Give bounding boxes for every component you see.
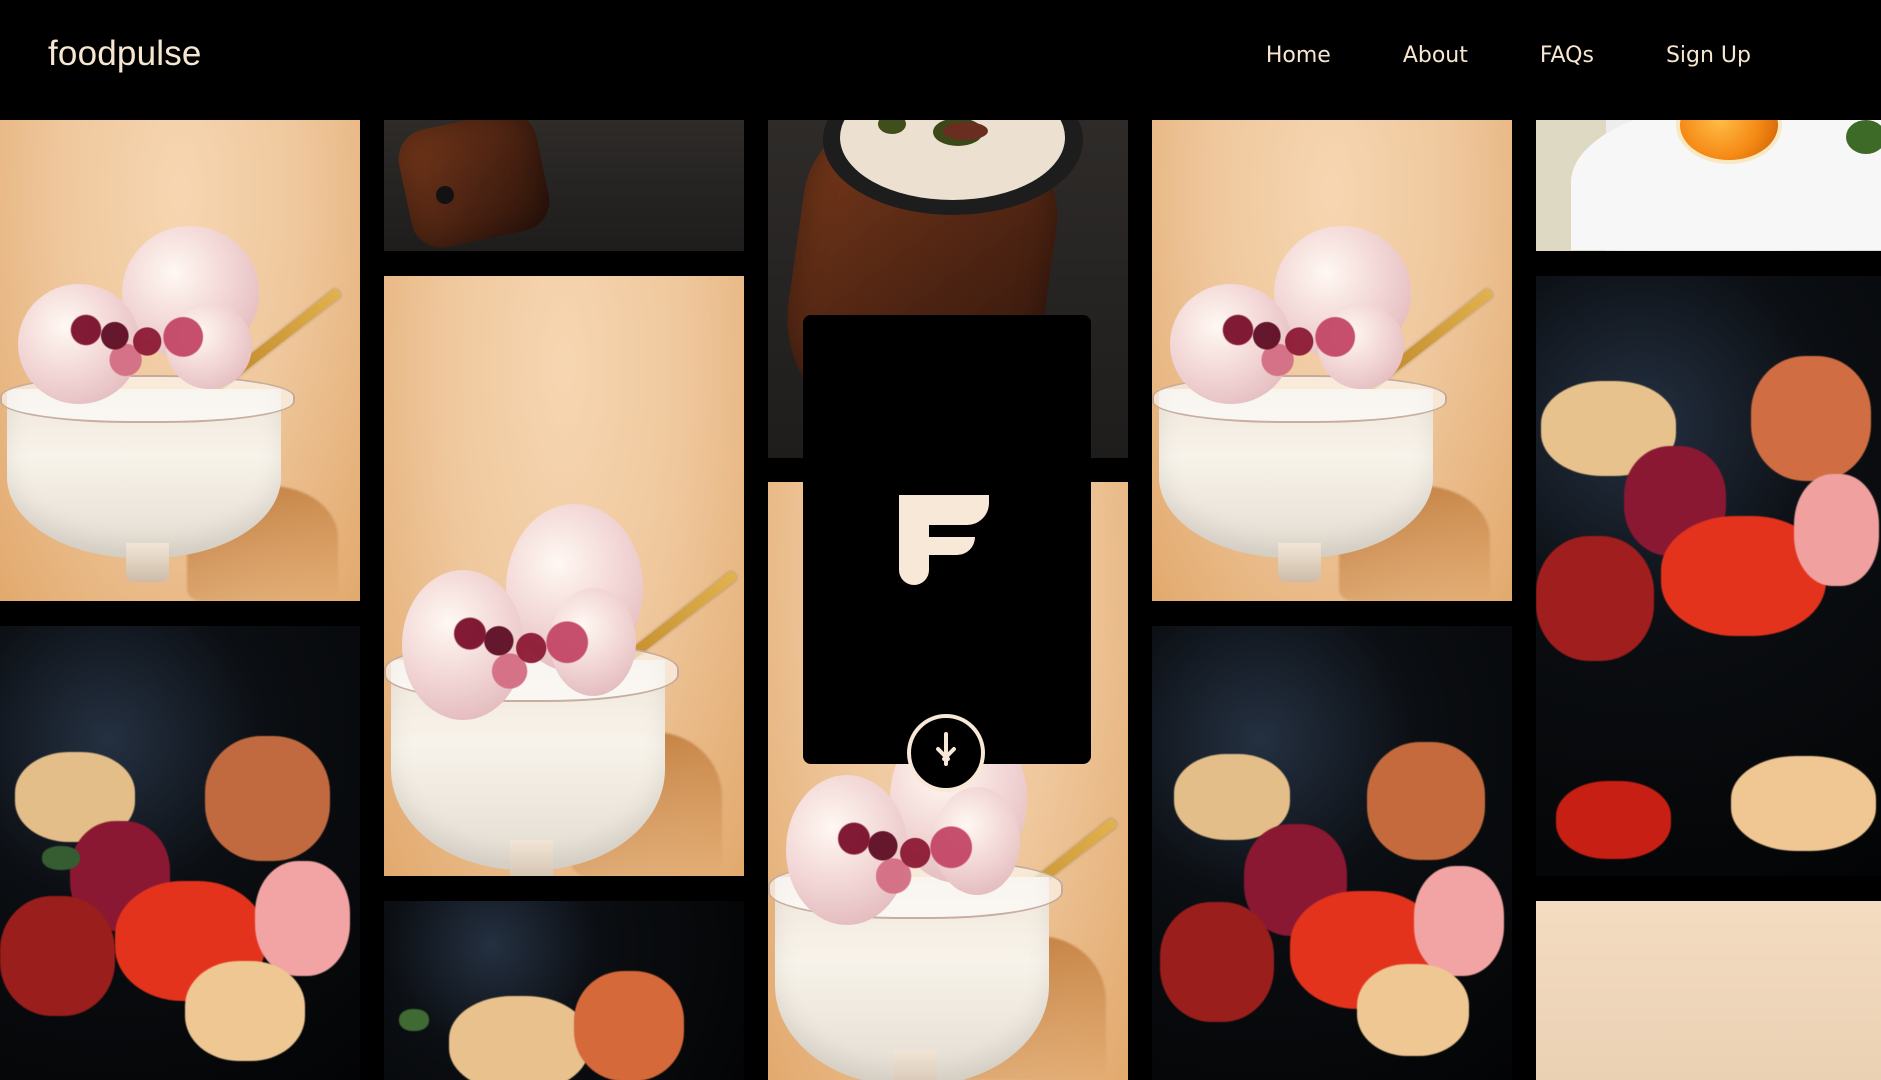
- pasta-tile: [1536, 276, 1881, 876]
- ice-cream-tile: [0, 120, 360, 601]
- main-navigation: Home About FAQs Sign Up: [1266, 45, 1751, 67]
- ice-cream-tile: [1152, 120, 1512, 601]
- brand-logo-text[interactable]: foodpulse: [48, 34, 202, 74]
- plate-orange-tile: [1536, 120, 1881, 251]
- foodpulse-logo-icon: [899, 495, 989, 585]
- peach-background-tile: [1536, 901, 1881, 1080]
- intro-modal-card: [803, 315, 1091, 792]
- nav-home-link[interactable]: Home: [1266, 45, 1331, 67]
- pasta-tile: [384, 901, 744, 1080]
- nav-signup-link[interactable]: Sign Up: [1666, 45, 1751, 67]
- pasta-tile: [1152, 626, 1512, 1080]
- scroll-down-button[interactable]: [907, 714, 985, 792]
- pasta-tile: [0, 626, 360, 1080]
- nav-faqs-link[interactable]: FAQs: [1540, 45, 1594, 67]
- arrow-down-icon: [935, 732, 957, 770]
- ice-cream-tile: [384, 276, 744, 876]
- wooden-board-tile: [384, 120, 744, 251]
- nav-about-link[interactable]: About: [1403, 45, 1468, 67]
- top-navigation-bar: foodpulse Home About FAQs Sign Up: [0, 0, 1881, 120]
- page: foodpulse Home About FAQs Sign Up: [0, 0, 1881, 1080]
